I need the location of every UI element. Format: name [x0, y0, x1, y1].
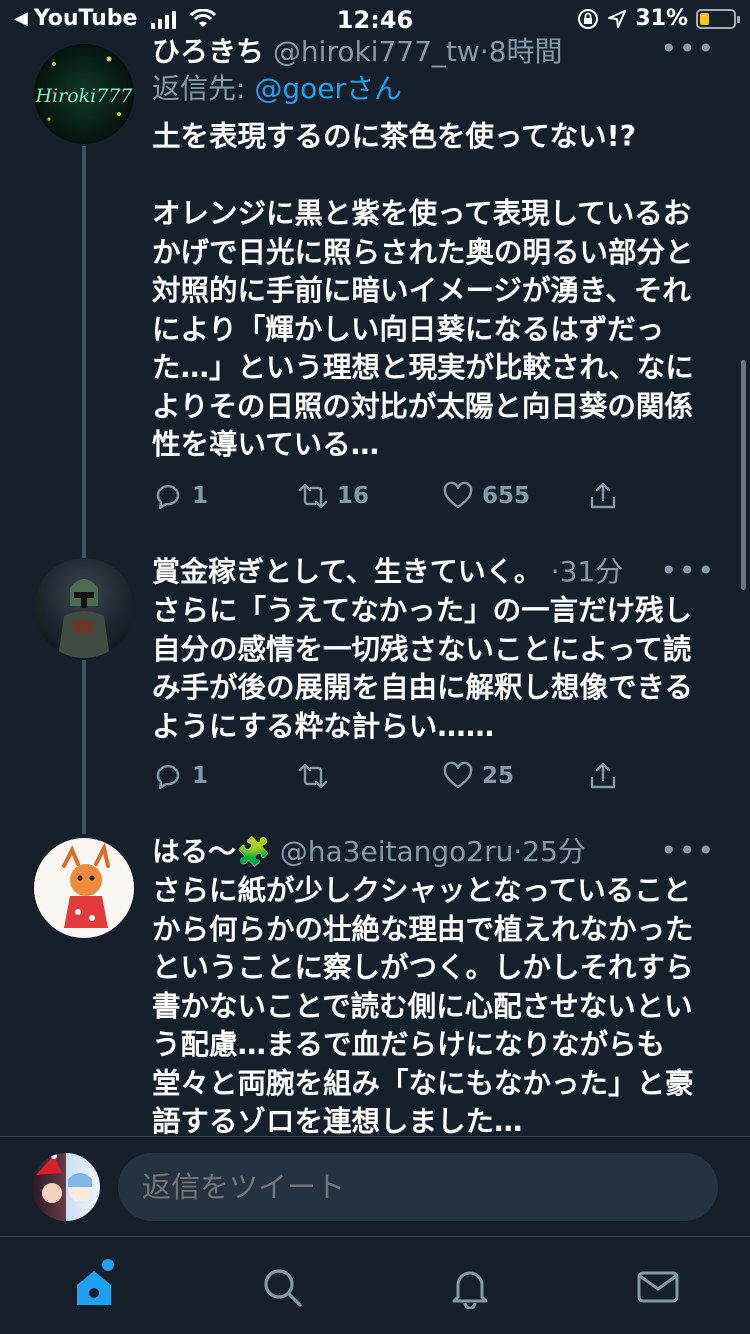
- thread-line: [82, 660, 86, 834]
- avatar[interactable]: [34, 558, 134, 658]
- my-avatar[interactable]: [32, 1153, 100, 1221]
- heart-icon: [443, 481, 473, 509]
- reply-button[interactable]: 1: [152, 480, 297, 512]
- retweet-icon: [298, 763, 328, 789]
- tweet[interactable]: 賞金稼ぎとして、生きていく。 ·31分 さらに「うえてなかった」の一言だけ残し自…: [0, 554, 750, 834]
- reply-count: 1: [192, 763, 209, 789]
- tweet-time: 8時間: [488, 35, 563, 68]
- bell-icon: [452, 1271, 488, 1310]
- tab-home[interactable]: [72, 1259, 116, 1309]
- more-options-icon[interactable]: •••: [660, 32, 716, 65]
- display-name[interactable]: 賞金稼ぎとして、生きていく。: [152, 555, 542, 588]
- reply-composer: [0, 1136, 750, 1236]
- avatar-logo-text: Hiroki777: [34, 85, 133, 107]
- reply-icon: [156, 484, 180, 510]
- tweet[interactable]: Hiroki777 ひろきち @hiroki777_tw·8時間 返信先: @g…: [0, 32, 750, 554]
- avatar[interactable]: Hiroki777: [34, 44, 134, 144]
- reply-count: 1: [192, 483, 209, 509]
- reply-icon: [156, 764, 180, 790]
- battery-percentage: 31%: [635, 6, 688, 31]
- tweet-time: 31分: [559, 555, 624, 588]
- more-options-icon[interactable]: •••: [660, 834, 716, 867]
- more-options-icon[interactable]: •••: [660, 554, 716, 587]
- reply-input[interactable]: [118, 1153, 718, 1221]
- retweet-icon: [298, 483, 328, 509]
- mail-icon: [637, 1271, 679, 1303]
- like-count: 655: [482, 483, 531, 509]
- reply-mention-link[interactable]: @goerさん: [254, 72, 402, 105]
- retweet-button[interactable]: [297, 760, 442, 792]
- display-name[interactable]: ひろきち: [152, 35, 264, 68]
- reply-to: 返信先: @goerさん: [152, 72, 402, 105]
- battery-icon: [696, 8, 740, 29]
- tab-notifications[interactable]: [448, 1265, 492, 1310]
- retweet-button[interactable]: 16: [297, 480, 442, 512]
- user-handle: @ha3eitango2ru: [279, 835, 514, 868]
- share-button[interactable]: [587, 480, 619, 512]
- avatar[interactable]: [34, 838, 134, 938]
- notification-dot: [102, 1259, 114, 1271]
- share-button[interactable]: [587, 760, 619, 792]
- tweet-text: さらに「うえてなかった」の一言だけ残し自分の感情を一切残さないことによって読み手…: [152, 594, 693, 743]
- scrollbar[interactable]: [741, 360, 746, 590]
- share-icon: [590, 762, 616, 789]
- like-count: 25: [482, 763, 515, 789]
- display-name[interactable]: はる〜🧩: [152, 835, 271, 868]
- tab-messages[interactable]: [636, 1265, 680, 1309]
- tweet-text: さらに紙が少しクシャッとなっていることから何らかの壮絶な理由で植えれなかったとい…: [152, 874, 694, 1136]
- tweet-text: 土を表現するのに茶色を使ってない!? オレンジに黒と紫を使って表現しているおかげ…: [152, 120, 694, 461]
- like-button[interactable]: 655: [442, 480, 587, 512]
- home-icon: [77, 1271, 111, 1305]
- rotation-lock-icon: [578, 8, 599, 29]
- reply-button[interactable]: 1: [152, 760, 297, 792]
- tab-search[interactable]: [260, 1265, 304, 1309]
- heart-icon: [443, 761, 473, 789]
- retweet-count: 16: [337, 483, 370, 509]
- search-icon: [264, 1269, 302, 1307]
- thread-line: [82, 146, 86, 554]
- tweet[interactable]: はる〜🧩 @ha3eitango2ru·25分 さらに紙が少しクシャッとなってい…: [0, 834, 750, 1136]
- tab-bar: [0, 1236, 750, 1334]
- location-icon: [608, 9, 627, 28]
- like-button[interactable]: 25: [442, 760, 587, 792]
- share-icon: [590, 482, 616, 509]
- user-handle: @hiroki777_tw: [272, 35, 480, 68]
- tweet-time: 25分: [522, 835, 586, 868]
